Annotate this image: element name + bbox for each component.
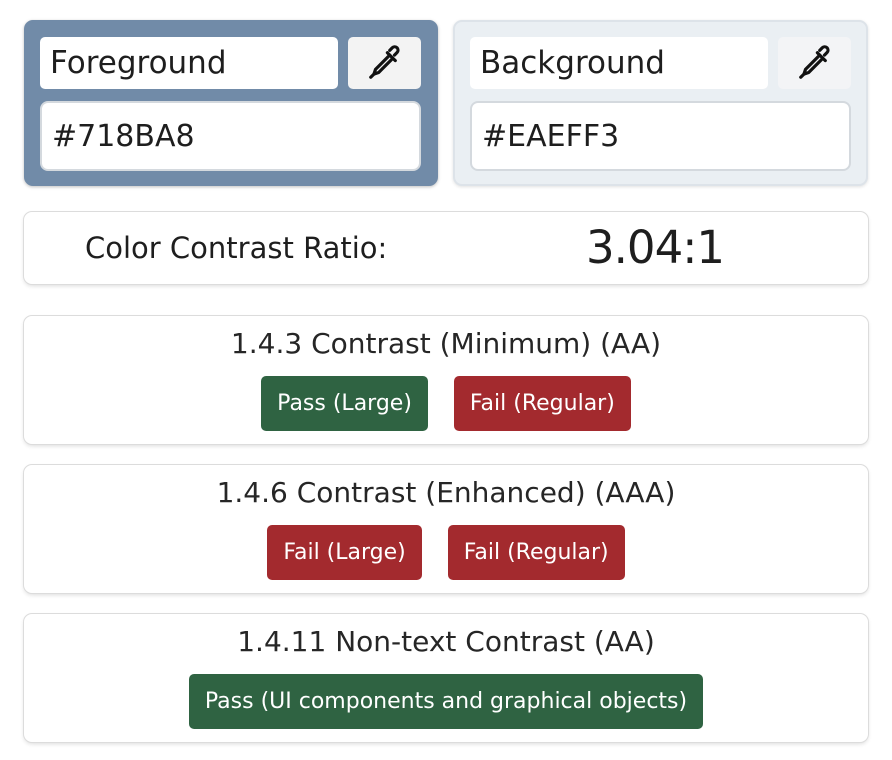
- foreground-eyedropper-button[interactable]: [348, 37, 421, 89]
- pass-badge: Pass (UI components and graphical object…: [188, 674, 704, 729]
- criterion-title: 1.4.11 Non-text Contrast (AA): [237, 625, 655, 658]
- criterion-card-enhanced: 1.4.6 Contrast (Enhanced) (AAA) Fail (La…: [24, 465, 868, 593]
- criterion-card-non-text: 1.4.11 Non-text Contrast (AA) Pass (UI c…: [24, 614, 868, 742]
- fail-badge: Fail (Regular): [453, 376, 631, 431]
- pass-badge: Pass (Large): [261, 376, 428, 431]
- criterion-results: Pass (Large) Fail (Regular): [24, 376, 868, 431]
- criterion-results: Fail (Large) Fail (Regular): [24, 525, 868, 580]
- contrast-ratio-value: 3.04:1: [586, 221, 725, 274]
- criterion-title: 1.4.3 Contrast (Minimum) (AA): [230, 327, 662, 360]
- contrast-checker: Foreground Background Color Contrast Rat…: [0, 0, 892, 760]
- fail-badge: Fail (Large): [267, 525, 422, 580]
- background-label: Background: [470, 37, 768, 89]
- background-eyedropper-button[interactable]: [778, 37, 851, 89]
- contrast-ratio-label: Color Contrast Ratio:: [85, 231, 388, 265]
- criterion-card-minimum: 1.4.3 Contrast (Minimum) (AA) Pass (Larg…: [24, 316, 868, 444]
- eyedropper-icon: [368, 45, 400, 79]
- foreground-panel: Foreground: [24, 20, 438, 186]
- foreground-hex-input[interactable]: [40, 101, 421, 171]
- fail-badge: Fail (Regular): [447, 525, 625, 580]
- criterion-results: Pass (UI components and graphical object…: [24, 674, 868, 729]
- criterion-title: 1.4.6 Contrast (Enhanced) (AAA): [216, 476, 676, 509]
- background-hex-input[interactable]: [470, 101, 851, 171]
- contrast-ratio-card: Color Contrast Ratio: 3.04:1: [24, 212, 868, 284]
- background-panel: Background: [453, 20, 868, 186]
- eyedropper-icon: [798, 45, 830, 79]
- foreground-label: Foreground: [40, 37, 338, 89]
